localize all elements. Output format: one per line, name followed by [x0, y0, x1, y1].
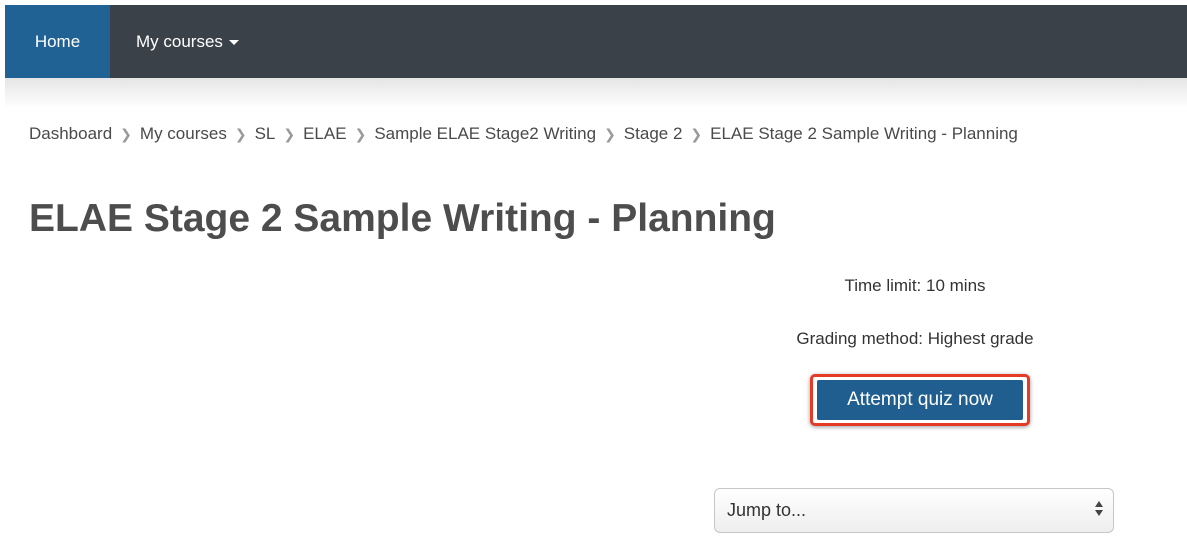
chevron-right-icon: ❯ — [234, 125, 247, 142]
navbar-shadow — [5, 78, 1187, 108]
breadcrumb-item-my-courses[interactable]: My courses — [140, 124, 227, 144]
jump-to-select[interactable]: Jump to... — [714, 488, 1114, 533]
chevron-right-icon: ❯ — [283, 125, 296, 142]
breadcrumb-item-stage-2[interactable]: Stage 2 — [624, 124, 683, 144]
chevron-right-icon: ❯ — [690, 125, 703, 142]
breadcrumb: Dashboard ❯ My courses ❯ SL ❯ ELAE ❯ Sam… — [29, 124, 1018, 144]
nav-my-courses-label: My courses — [136, 31, 223, 51]
grading-method-text: Grading method: Highest grade — [796, 329, 1034, 348]
breadcrumb-item-elae[interactable]: ELAE — [303, 124, 346, 144]
breadcrumb-item-dashboard[interactable]: Dashboard — [29, 124, 112, 144]
nav-home-link[interactable]: Home — [5, 5, 110, 78]
breadcrumb-item-current[interactable]: ELAE Stage 2 Sample Writing - Planning — [710, 124, 1018, 144]
top-navbar: Home My courses — [5, 5, 1187, 78]
chevron-right-icon: ❯ — [354, 125, 367, 142]
nav-my-courses-dropdown[interactable]: My courses — [110, 5, 239, 78]
jump-to-selected-value: Jump to... — [727, 500, 807, 520]
nav-home-label: Home — [34, 31, 81, 51]
attempt-highlight-box: Attempt quiz now — [810, 374, 1030, 426]
page-frame: Home My courses Dashboard ❯ My courses ❯… — [0, 0, 1187, 552]
time-limit-text: Time limit: 10 mins — [844, 276, 986, 295]
breadcrumb-item-sl[interactable]: SL — [255, 124, 276, 144]
chevron-right-icon: ❯ — [604, 125, 616, 142]
caret-down-icon — [228, 40, 239, 45]
page-title: ELAE Stage 2 Sample Writing - Planning — [29, 197, 776, 240]
select-updown-icon — [1095, 501, 1103, 516]
chevron-right-icon: ❯ — [120, 125, 132, 142]
attempt-quiz-button[interactable]: Attempt quiz now — [817, 380, 1023, 420]
breadcrumb-item-sample-writing[interactable]: Sample ELAE Stage2 Writing — [374, 124, 596, 144]
